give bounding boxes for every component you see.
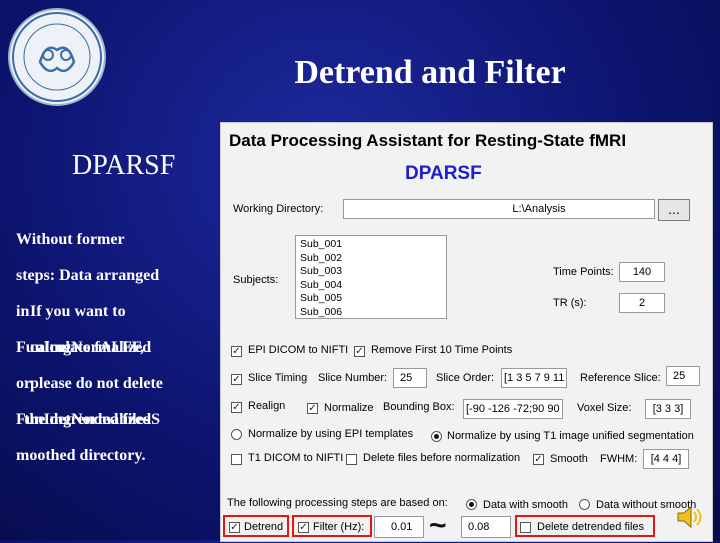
fwhm-label: FWHM:: [600, 453, 638, 465]
tr-label: TR (s):: [553, 297, 587, 309]
slice-order-input[interactable]: [1 3 5 7 9 11: [501, 368, 567, 388]
smooth-checkbox[interactable]: ✓: [533, 454, 544, 465]
time-points-input[interactable]: 140: [619, 262, 665, 282]
browse-button[interactable]: ...: [658, 199, 690, 221]
working-dir-input[interactable]: L:\Analysis: [343, 199, 655, 219]
normalize-label: Normalize: [324, 402, 374, 414]
list-item[interactable]: Sub_001: [300, 238, 442, 252]
list-item[interactable]: Sub_003: [300, 265, 442, 279]
subjects-label: Subjects:: [233, 274, 279, 286]
data-with-smooth-label: Data with smooth: [483, 499, 568, 511]
normalize-epi-label: Normalize by using EPI templates: [248, 428, 414, 440]
list-item[interactable]: Sub_004: [300, 279, 442, 293]
body-line: or please do not delete: [16, 375, 163, 392]
detrend-checkbox[interactable]: ✓: [229, 522, 240, 533]
reference-slice-input[interactable]: 25: [666, 366, 700, 386]
slice-order-label: Slice Order:: [436, 372, 495, 384]
dparsf-panel: Data Processing Assistant for Resting-St…: [220, 122, 713, 542]
body-line: moothed directory.: [16, 447, 146, 464]
delete-detrended-checkbox[interactable]: [520, 522, 531, 533]
detrend-label: Detrend: [244, 521, 284, 533]
panel-brand: DPARSF: [405, 163, 482, 184]
list-item[interactable]: Sub_005: [300, 292, 442, 306]
body-line: FunImgNormalized calculate fALFF,: [16, 339, 152, 356]
data-without-smooth-radio[interactable]: [579, 499, 590, 510]
body-line: FunImgNormalizedS the detrended files: [16, 411, 160, 428]
subjects-list[interactable]: Sub_001 Sub_002 Sub_003 Sub_004 Sub_005 …: [295, 235, 447, 319]
list-item[interactable]: Sub_006: [300, 306, 442, 320]
speaker-icon[interactable]: [675, 504, 705, 530]
university-logo: [8, 8, 106, 106]
slide-subtitle: DPARSF: [72, 150, 176, 181]
delete-detrended-label: Delete detrended files: [537, 521, 645, 533]
remove-first-checkbox[interactable]: ✓: [354, 346, 365, 357]
slide-title: Detrend and Filter: [294, 54, 566, 91]
slice-timing-checkbox[interactable]: ✓: [231, 374, 242, 385]
filter-high-input[interactable]: 0.08: [461, 516, 511, 538]
delete-before-norm-checkbox[interactable]: [346, 454, 357, 465]
filter-range-separator: ~: [429, 509, 447, 542]
filter-checkbox[interactable]: ✓: [298, 522, 309, 533]
bounding-box-input[interactable]: [-90 -126 -72;90 90: [463, 399, 563, 419]
realign-label: Realign: [248, 400, 286, 412]
voxel-size-input[interactable]: [3 3 3]: [645, 399, 691, 419]
bounding-box-label: Bounding Box:: [383, 401, 455, 413]
panel-title: Data Processing Assistant for Resting-St…: [229, 131, 627, 150]
filter-low-input[interactable]: 0.01: [374, 516, 424, 538]
list-item[interactable]: Sub_002: [300, 252, 442, 266]
delete-before-norm-label: Delete files before normalization: [363, 452, 521, 464]
normalize-t1-label: Normalize by using T1 image unified segm…: [447, 430, 694, 442]
slice-number-label: Slice Number:: [318, 372, 388, 384]
data-with-smooth-radio[interactable]: [466, 499, 477, 510]
normalize-checkbox[interactable]: ✓: [307, 403, 318, 414]
smooth-label: Smooth: [550, 453, 588, 465]
normalize-epi-radio[interactable]: [231, 429, 242, 440]
voxel-size-label: Voxel Size:: [577, 402, 632, 414]
normalize-t1-radio[interactable]: [431, 431, 442, 442]
t1-dicom-checkbox[interactable]: [231, 454, 242, 465]
epi-dicom-checkbox[interactable]: ✓: [231, 346, 242, 357]
working-dir-label: Working Directory:: [233, 203, 324, 215]
slice-timing-label: Slice Timing: [248, 372, 308, 384]
t1-dicom-label: T1 DICOM to NIFTI: [248, 452, 344, 464]
fwhm-input[interactable]: [4 4 4]: [643, 449, 689, 469]
filter-label: Filter (Hz):: [313, 521, 365, 533]
body-line: Without former: [16, 231, 125, 248]
remove-first-label: Remove First 10 Time Points: [371, 344, 513, 356]
tr-input[interactable]: 2: [619, 293, 665, 313]
time-points-label: Time Points:: [553, 266, 614, 278]
epi-dicom-label: EPI DICOM to NIFTI: [248, 344, 349, 356]
following-steps-label: The following processing steps are based…: [227, 497, 448, 509]
realign-checkbox[interactable]: ✓: [231, 402, 242, 413]
reference-slice-label: Reference Slice:: [580, 372, 661, 384]
slice-number-input[interactable]: 25: [393, 368, 427, 388]
body-line: in If you want to: [16, 303, 126, 320]
slide-body-text: Without former steps: Data arranged in If…: [16, 222, 216, 474]
body-line: steps: Data arranged: [16, 267, 160, 284]
